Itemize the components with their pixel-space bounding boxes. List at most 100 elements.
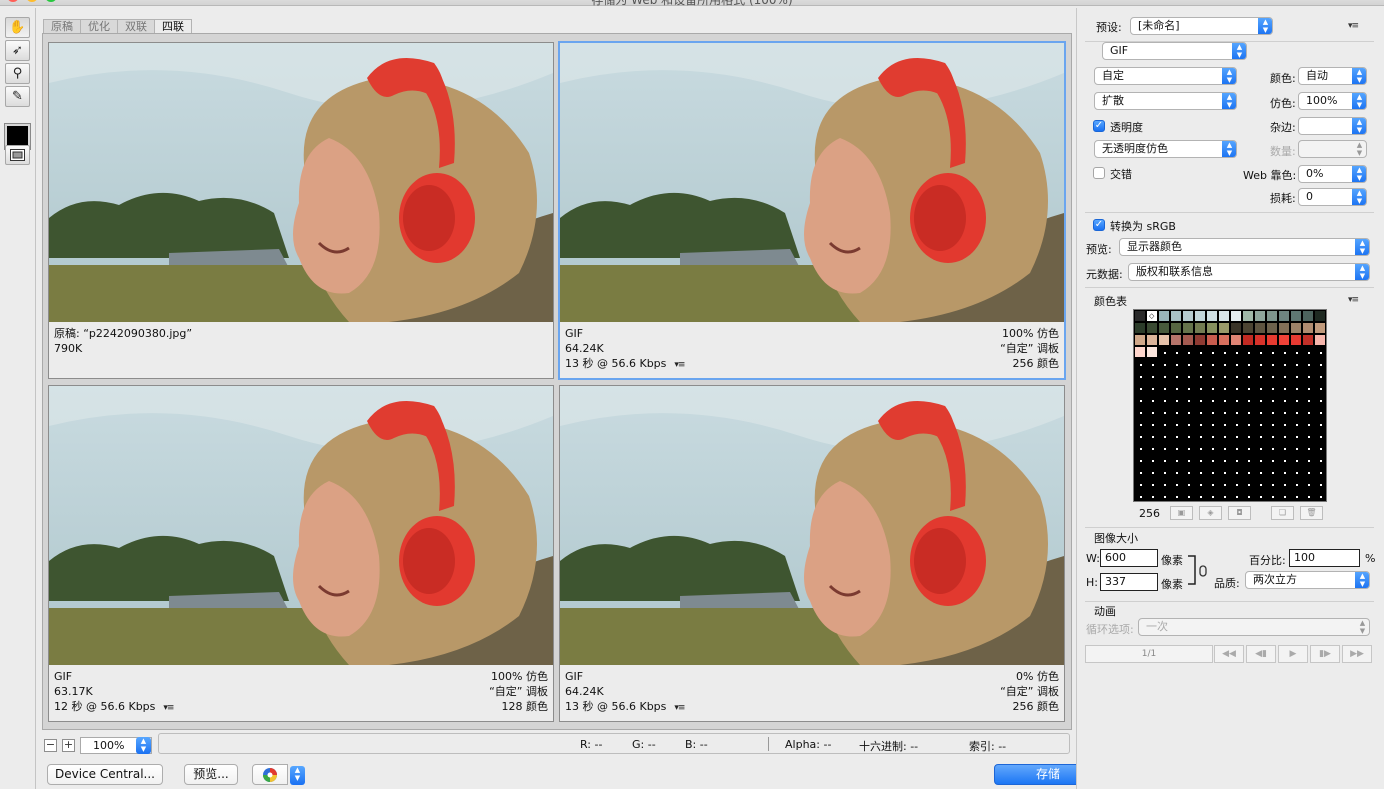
color-swatch[interactable]	[1242, 454, 1254, 466]
color-swatch[interactable]	[1158, 454, 1170, 466]
color-swatch[interactable]	[1206, 454, 1218, 466]
color-swatch[interactable]	[1134, 358, 1146, 370]
color-swatch[interactable]	[1218, 394, 1230, 406]
color-swatch[interactable]	[1146, 478, 1158, 490]
last-frame-button[interactable]: ▶▶	[1342, 645, 1372, 663]
color-swatch[interactable]	[1302, 406, 1314, 418]
color-swatch[interactable]	[1254, 466, 1266, 478]
color-swatch[interactable]	[1206, 322, 1218, 334]
color-swatch[interactable]	[1230, 358, 1242, 370]
color-swatch[interactable]	[1146, 382, 1158, 394]
color-swatch[interactable]	[1254, 478, 1266, 490]
color-swatch[interactable]	[1194, 442, 1206, 454]
color-swatch[interactable]	[1134, 418, 1146, 430]
color-swatch[interactable]	[1194, 310, 1206, 322]
color-swatch[interactable]	[1170, 382, 1182, 394]
color-swatch[interactable]	[1158, 418, 1170, 430]
color-swatch[interactable]	[1230, 322, 1242, 334]
color-swatch[interactable]	[1314, 466, 1326, 478]
color-swatch[interactable]	[1218, 406, 1230, 418]
color-swatch[interactable]	[1146, 394, 1158, 406]
color-swatch[interactable]	[1266, 418, 1278, 430]
color-swatch[interactable]	[1266, 394, 1278, 406]
preview-pane-optimized-3[interactable]: GIF 0% 仿色 64.24K “自定” 调板 13 秒 @ 56.6 Kbps ▾…	[559, 385, 1065, 722]
color-swatch[interactable]	[1206, 406, 1218, 418]
color-table-grid[interactable]: ◇	[1133, 309, 1327, 502]
zoom-in-button[interactable]: +	[62, 739, 75, 752]
color-swatch[interactable]	[1290, 310, 1302, 322]
color-swatch[interactable]	[1266, 466, 1278, 478]
color-swatch[interactable]	[1194, 346, 1206, 358]
color-swatch[interactable]	[1254, 358, 1266, 370]
percent-field[interactable]: 100	[1289, 549, 1360, 567]
color-swatch[interactable]	[1242, 310, 1254, 322]
tab-original[interactable]: 原稿	[43, 19, 81, 34]
color-swatch[interactable]	[1290, 394, 1302, 406]
color-swatch[interactable]	[1170, 370, 1182, 382]
color-swatch[interactable]	[1242, 334, 1254, 346]
color-swatch[interactable]	[1158, 334, 1170, 346]
color-swatch[interactable]	[1290, 442, 1302, 454]
color-swatch[interactable]	[1134, 490, 1146, 501]
color-swatch[interactable]	[1290, 322, 1302, 334]
preview-pane-original[interactable]: 原稿: “p2242090380.jpg” 790K	[48, 42, 554, 379]
matte-select[interactable]: ▲ ▼	[1298, 117, 1367, 135]
transparency-checkbox[interactable]: ✓	[1093, 120, 1105, 132]
color-swatch[interactable]	[1230, 310, 1242, 322]
pane-menu-icon[interactable]: ▾≡	[674, 358, 685, 373]
color-swatch[interactable]	[1266, 346, 1278, 358]
pane-menu-icon[interactable]: ▾≡	[163, 701, 174, 716]
color-swatch[interactable]	[1158, 346, 1170, 358]
color-swatch[interactable]	[1182, 322, 1194, 334]
color-swatch[interactable]	[1194, 478, 1206, 490]
color-swatch[interactable]	[1302, 358, 1314, 370]
color-swatch[interactable]	[1206, 478, 1218, 490]
color-swatch[interactable]	[1206, 334, 1218, 346]
quality-select[interactable]: 两次立方 ▲ ▼	[1245, 571, 1370, 589]
interlaced-checkbox[interactable]	[1093, 167, 1105, 179]
color-swatch[interactable]	[1170, 334, 1182, 346]
color-swatch[interactable]	[1314, 442, 1326, 454]
convert-srgb-checkbox[interactable]: ✓	[1093, 219, 1105, 231]
color-swatch[interactable]	[1218, 466, 1230, 478]
color-swatch[interactable]	[1182, 490, 1194, 501]
color-swatch[interactable]	[1218, 370, 1230, 382]
color-swatch[interactable]	[1314, 370, 1326, 382]
color-swatch[interactable]	[1194, 418, 1206, 430]
dither-amount-select[interactable]: 100% ▲ ▼	[1298, 92, 1367, 110]
color-swatch[interactable]	[1134, 346, 1146, 358]
color-swatch[interactable]	[1314, 406, 1326, 418]
color-swatch[interactable]	[1266, 478, 1278, 490]
color-swatch[interactable]	[1230, 382, 1242, 394]
color-swatch[interactable]	[1170, 478, 1182, 490]
color-swatch[interactable]	[1134, 406, 1146, 418]
previous-frame-button[interactable]: ◀▮	[1246, 645, 1276, 663]
color-swatch[interactable]	[1230, 466, 1242, 478]
tab-4-up[interactable]: 四联	[154, 19, 192, 34]
color-swatch[interactable]	[1182, 370, 1194, 382]
web-shift-button[interactable]: ◈	[1199, 506, 1222, 520]
color-swatch[interactable]	[1278, 382, 1290, 394]
color-swatch[interactable]	[1158, 370, 1170, 382]
format-select[interactable]: GIF ▲ ▼	[1102, 42, 1247, 60]
color-swatch[interactable]	[1278, 346, 1290, 358]
color-swatch[interactable]	[1254, 322, 1266, 334]
color-swatch[interactable]	[1134, 370, 1146, 382]
color-swatch[interactable]	[1158, 322, 1170, 334]
color-swatch[interactable]	[1170, 466, 1182, 478]
slice-select-tool-button[interactable]: ➶	[5, 40, 30, 61]
color-swatch[interactable]	[1266, 370, 1278, 382]
color-swatch[interactable]	[1314, 490, 1326, 501]
transparency-dither-select[interactable]: 无透明度仿色 ▲ ▼	[1094, 140, 1237, 158]
color-swatch[interactable]	[1302, 490, 1314, 501]
color-swatch[interactable]	[1278, 466, 1290, 478]
color-swatch[interactable]	[1242, 382, 1254, 394]
color-swatch[interactable]	[1290, 490, 1302, 501]
color-swatch[interactable]	[1314, 322, 1326, 334]
color-table-menu-icon[interactable]: ▾≡	[1348, 295, 1359, 305]
color-swatch[interactable]	[1242, 346, 1254, 358]
color-swatch[interactable]	[1194, 358, 1206, 370]
preview-image[interactable]	[49, 386, 553, 665]
color-swatch[interactable]	[1254, 442, 1266, 454]
color-swatch[interactable]	[1242, 442, 1254, 454]
